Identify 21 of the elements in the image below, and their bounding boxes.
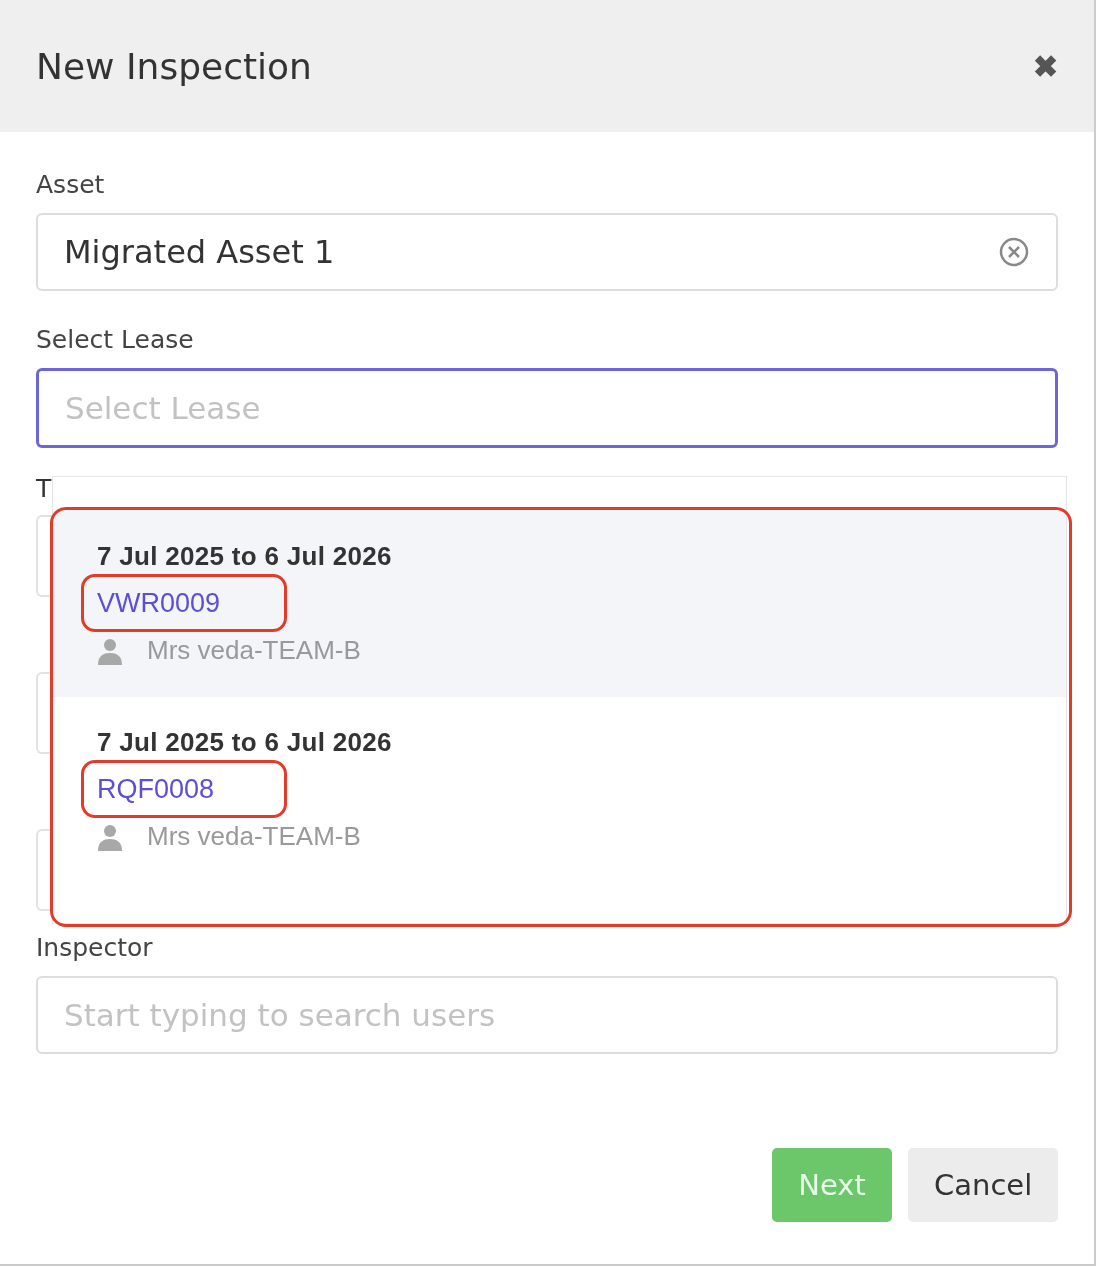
lease-option[interactable]: 7 Jul 2025 to 6 Jul 2026 RQF0008 Mrs veda-TEAM-B bbox=[53, 697, 1066, 883]
lease-dates: 7 Jul 2025 to 6 Jul 2026 bbox=[97, 727, 393, 758]
close-button[interactable]: ✖ bbox=[1033, 48, 1058, 84]
lease-field[interactable]: Select Lease bbox=[36, 368, 1058, 448]
dialog-title: New Inspection bbox=[36, 45, 312, 87]
lease-option[interactable]: 7 Jul 2025 to 6 Jul 2026 VWR0009 Mrs veda-TEAM-B bbox=[53, 511, 1066, 697]
asset-field[interactable]: Migrated Asset 1 bbox=[36, 213, 1058, 291]
tenant-name: Mrs veda-TEAM-B bbox=[147, 635, 361, 666]
lease-code: VWR0009 bbox=[97, 588, 221, 618]
field-label: Inspector bbox=[36, 933, 154, 962]
clear-icon[interactable] bbox=[998, 236, 1030, 268]
field-label: T bbox=[36, 474, 52, 503]
inspector-field[interactable]: Start typing to search users bbox=[36, 976, 1058, 1054]
person-icon bbox=[97, 636, 123, 665]
field-label: Select Lease bbox=[36, 325, 195, 354]
person-icon bbox=[97, 822, 123, 851]
cancel-button[interactable]: Cancel bbox=[908, 1148, 1058, 1222]
lease-code: RQF0008 bbox=[97, 774, 215, 804]
lease-dates: 7 Jul 2025 to 6 Jul 2026 bbox=[97, 541, 393, 572]
tenant-name: Mrs veda-TEAM-B bbox=[147, 821, 361, 852]
field-label: Asset bbox=[36, 170, 106, 199]
